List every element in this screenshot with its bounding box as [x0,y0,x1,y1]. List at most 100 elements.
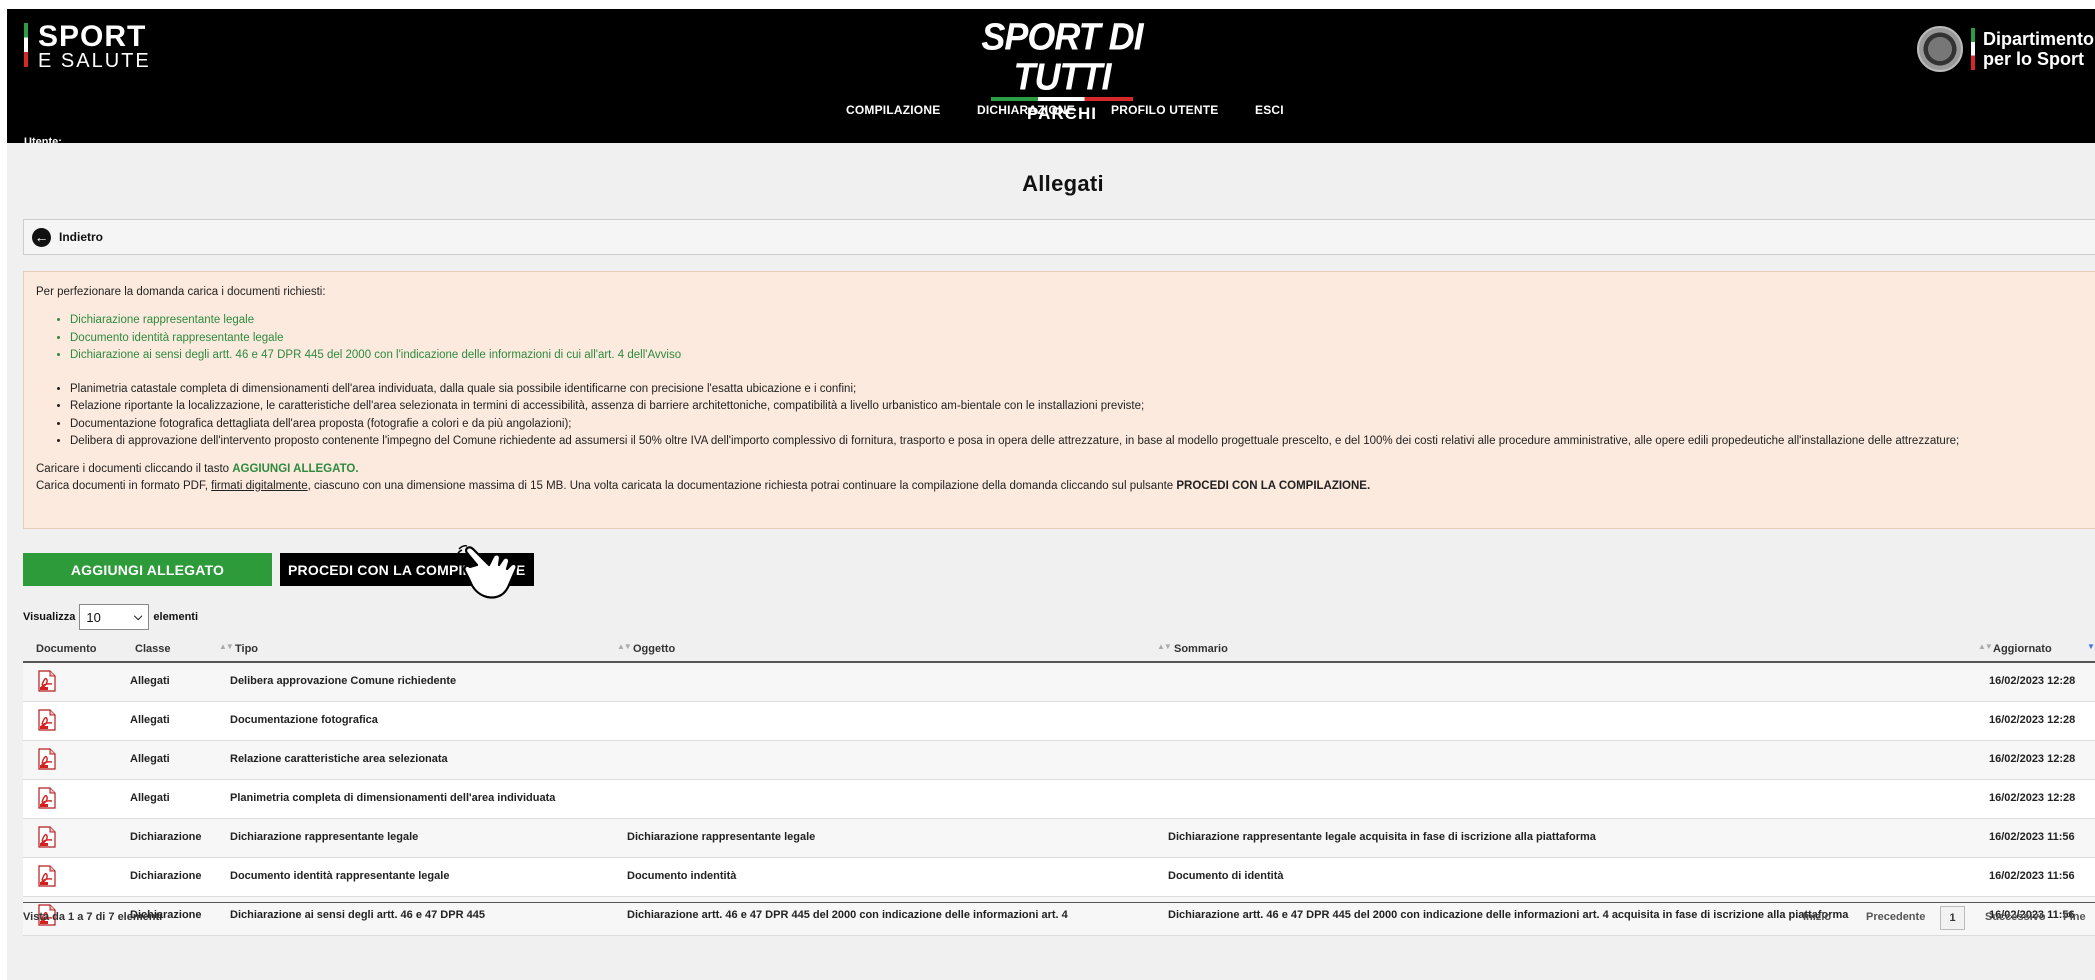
cell-sommario: Documento di identità [1168,870,1284,882]
cell-classe: Allegati [130,753,170,765]
table-row[interactable]: Allegati Documentazione fotografica 16/02/… [23,702,2095,741]
list-item: Delibera di approvazione dell'intervento… [70,433,2090,451]
table-row[interactable]: Allegati Relazione caratteristiche area s… [23,741,2095,780]
cell-aggiornato: 16/02/2023 11:56 [1989,831,2075,843]
cell-tipo: Planimetria completa di dimensionamenti … [230,792,556,804]
pdf-file-icon[interactable] [38,748,56,770]
table-info: Vista da 1 a 7 di 7 elementi [23,911,163,923]
length-menu: Visualizza 10 ⌵ elementi [23,604,198,630]
cell-aggiornato: 16/02/2023 12:28 [1989,675,2076,687]
pdf-file-icon[interactable] [38,826,56,848]
col-tipo[interactable]: Tipo [235,643,258,655]
table-footer: Vista da 1 a 7 di 7 elementi Inizio Prec… [23,902,2095,932]
nav-esci[interactable]: ESCI [1255,103,1284,117]
pagination-last[interactable]: Fine [2063,911,2086,923]
logo-text-salute: E SALUTE [38,50,151,72]
col-documento[interactable]: Documento [36,643,97,655]
republic-emblem-icon [1917,26,1963,72]
pagination-first[interactable]: Inizio [1803,911,1831,923]
pdf-file-icon[interactable] [38,865,56,887]
upload-instructions: Caricare i documenti cliccando il tasto … [36,461,2090,495]
cell-aggiornato: 16/02/2023 11:56 [1989,870,2075,882]
cell-sommario: Dichiarazione rappresentante legale acqu… [1168,831,1596,843]
table-header: Documento Classe ▲▼ Tipo ▲▼ Oggetto ▲▼ S… [23,636,2095,663]
sort-icon[interactable]: ▲▼ [219,642,234,651]
list-item: Documentazione fotografica dettagliata d… [70,416,2090,434]
table-row[interactable]: Allegati Planimetria completa di dimensio… [23,780,2095,819]
site-header: SPORT E SALUTE SPORT DI TUTTI PARCHI Dip… [7,9,2095,148]
list-item: Dichiarazione rappresentante legale [70,312,2090,330]
back-link[interactable]: Indietro [59,230,103,244]
cell-tipo: Relazione caratteristiche area seleziona… [230,753,448,765]
add-attachment-button[interactable]: AGGIUNGI ALLEGATO [23,553,272,586]
instructions-panel: Per perfezionare la domanda carica i doc… [23,271,2095,529]
cell-aggiornato: 16/02/2023 12:28 [1989,714,2076,726]
back-bar[interactable]: ← Indietro [23,219,2095,255]
list-item: Documento identità rappresentante legale [70,330,2090,348]
sort-icon[interactable]: ▲▼ [1978,642,1993,651]
instructions-intro: Per perfezionare la domanda carica i doc… [36,286,326,298]
list-item: Relazione riportante la localizzazione, … [70,398,2090,416]
logo-text-sport: SPORT [38,20,147,53]
list-item: Planimetria catastale completa di dimens… [70,381,2090,399]
format-mid: , ciascuno con una dimensione massima di… [307,479,1177,492]
dipartimento-line1: Dipartimento [1983,29,2095,49]
format-prefix: Carica documenti in formato PDF, [36,479,212,492]
cell-oggetto: Dichiarazione rappresentante legale [627,831,816,843]
dipartimento-sport-logo[interactable]: Dipartimento per lo Sport [1917,26,2094,72]
col-sommario[interactable]: Sommario [1174,643,1228,655]
hand-pointer-cursor-icon [457,545,518,599]
col-classe[interactable]: Classe [135,643,170,655]
cell-classe: Allegati [130,714,170,726]
pdf-file-icon[interactable] [38,709,56,731]
pagination-previous[interactable]: Precedente [1866,911,1925,923]
format-line: Carica documenti in formato PDF, firmati… [36,478,2090,495]
pagination-current-page[interactable]: 1 [1940,906,1965,930]
italian-flag-stripe [1971,28,1975,70]
cell-oggetto: Documento indentità [627,870,737,882]
nav-dichiarazione[interactable]: DICHIARAZIONE [977,103,1075,117]
proceed-action-text: PROCEDI CON LA COMPILAZIONE. [1176,479,1371,492]
upload-action-text: AGGIUNGI ALLEGATO. [232,462,359,475]
list-item: Dichiarazione ai sensi degli artt. 46 e … [70,347,2090,365]
page-size-select[interactable]: 10 ⌵ [79,604,150,630]
logo-title: SPORT DI TUTTI [981,15,1143,98]
length-prefix: Visualizza [23,611,76,623]
cell-tipo: Delibera approvazione Comune richiedente [230,675,457,687]
sport-e-salute-logo[interactable]: SPORT E SALUTE [24,20,151,72]
dipartimento-line2: per lo Sport [1983,49,2085,69]
page-size-value: 10 [86,609,101,625]
nav-profilo-utente[interactable]: PROFILO UTENTE [1111,103,1218,117]
digital-signature-link[interactable]: firmati digitalmente [211,480,308,492]
sort-desc-icon[interactable]: ▼ [2087,642,2095,651]
cell-aggiornato: 16/02/2023 12:28 [1989,753,2076,765]
sort-icon[interactable]: ▲▼ [1157,642,1172,651]
italian-flag-stripe [24,23,28,67]
cell-classe: Dichiarazione [130,870,202,882]
required-declarations-list: Dichiarazione rappresentante legale Docu… [70,312,2090,365]
sort-icon[interactable]: ▲▼ [617,642,632,651]
required-attachments-list: Planimetria catastale completa di dimens… [70,381,2090,451]
nav-compilazione[interactable]: COMPILAZIONE [846,103,940,117]
cell-classe: Allegati [130,675,170,687]
cell-classe: Dichiarazione [130,831,202,843]
cell-classe: Allegati [130,792,170,804]
page-title: Allegati [1022,171,1104,196]
cell-tipo: Documentazione fotografica [230,714,378,726]
table-row[interactable]: Allegati Delibera approvazione Comune ric… [23,663,2095,702]
pagination-next[interactable]: Successivo [1985,911,2046,923]
pdf-file-icon[interactable] [38,787,56,809]
table-row[interactable]: Dichiarazione Dichiarazione rappresentant… [23,819,2095,858]
cell-tipo: Dichiarazione rappresentante legale [230,831,419,843]
pdf-file-icon[interactable] [38,670,56,692]
table-row[interactable]: Dichiarazione Documento identità rapprese… [23,858,2095,897]
chevron-down-icon: ⌵ [134,610,143,623]
cell-tipo: Documento identità rappresentante legale [230,870,450,882]
arrow-left-icon[interactable]: ← [32,227,51,247]
col-aggiornato[interactable]: Aggiornato [1993,643,2052,655]
main-content: Allegati ← Indietro Per perfezionare la … [7,143,2095,980]
length-suffix: elementi [153,611,199,623]
col-oggetto[interactable]: Oggetto [633,643,675,655]
upload-prefix: Caricare i documenti cliccando il tasto [36,462,233,475]
cell-aggiornato: 16/02/2023 12:28 [1989,792,2076,804]
